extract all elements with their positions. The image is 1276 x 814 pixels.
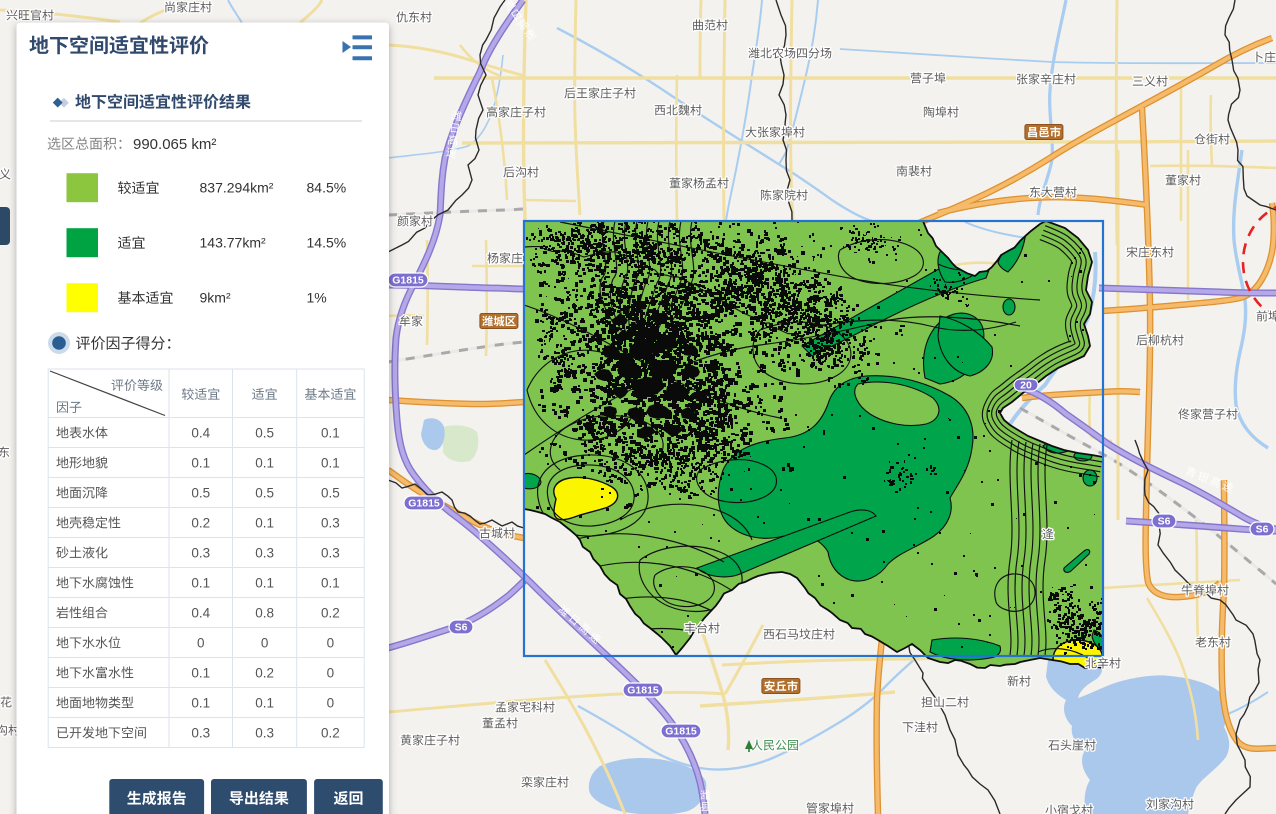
svg-text:0.8: 0.8 [255, 605, 274, 620]
svg-text:0.1: 0.1 [191, 455, 210, 470]
svg-text:0.5: 0.5 [255, 485, 274, 500]
svg-text:0.1: 0.1 [321, 575, 340, 590]
svg-text:0.1: 0.1 [191, 665, 210, 680]
svg-text:1%: 1% [307, 290, 327, 306]
svg-text:0.3: 0.3 [191, 725, 210, 740]
svg-text:143.77km²: 143.77km² [200, 235, 266, 251]
svg-text:0.2: 0.2 [191, 515, 210, 530]
svg-text:0.3: 0.3 [191, 545, 210, 560]
svg-text:0.5: 0.5 [255, 425, 274, 440]
svg-text:0: 0 [327, 695, 335, 710]
svg-text:990.065 km²: 990.065 km² [133, 136, 216, 153]
svg-text:G1815: G1815 [392, 275, 424, 287]
svg-text:S6: S6 [1158, 516, 1171, 528]
svg-text:0.4: 0.4 [191, 425, 210, 440]
svg-text:0.1: 0.1 [255, 515, 274, 530]
svg-text:0.4: 0.4 [191, 605, 210, 620]
svg-text:20: 20 [1020, 380, 1032, 392]
svg-text:0.1: 0.1 [191, 575, 210, 590]
svg-text:0.1: 0.1 [321, 455, 340, 470]
svg-text:S6: S6 [455, 622, 468, 634]
svg-text:0.1: 0.1 [191, 695, 210, 710]
svg-text:0.5: 0.5 [191, 485, 210, 500]
svg-text:G1815: G1815 [408, 498, 440, 510]
svg-text:0.5: 0.5 [321, 485, 340, 500]
svg-text:0.3: 0.3 [321, 515, 340, 530]
svg-text:S6: S6 [1256, 524, 1269, 536]
svg-text:0.3: 0.3 [255, 545, 274, 560]
svg-text:G1815: G1815 [627, 685, 659, 697]
svg-text:0.3: 0.3 [255, 725, 274, 740]
svg-text:14.5%: 14.5% [307, 235, 347, 251]
svg-text:0: 0 [327, 665, 335, 680]
svg-text:0.1: 0.1 [255, 575, 274, 590]
svg-text:0.2: 0.2 [321, 605, 340, 620]
svg-text:0: 0 [327, 635, 335, 650]
svg-text:9km²: 9km² [200, 290, 231, 306]
svg-text:837.294km²: 837.294km² [200, 180, 274, 196]
svg-text:0.2: 0.2 [255, 665, 274, 680]
svg-text:0.3: 0.3 [321, 545, 340, 560]
svg-text:0.1: 0.1 [255, 695, 274, 710]
svg-text:0.1: 0.1 [255, 455, 274, 470]
svg-text:G1815: G1815 [665, 726, 697, 738]
svg-text:0.1: 0.1 [321, 425, 340, 440]
svg-text:0: 0 [197, 635, 205, 650]
svg-text:0: 0 [261, 635, 269, 650]
svg-text:0.2: 0.2 [321, 725, 340, 740]
svg-text:84.5%: 84.5% [307, 180, 347, 196]
